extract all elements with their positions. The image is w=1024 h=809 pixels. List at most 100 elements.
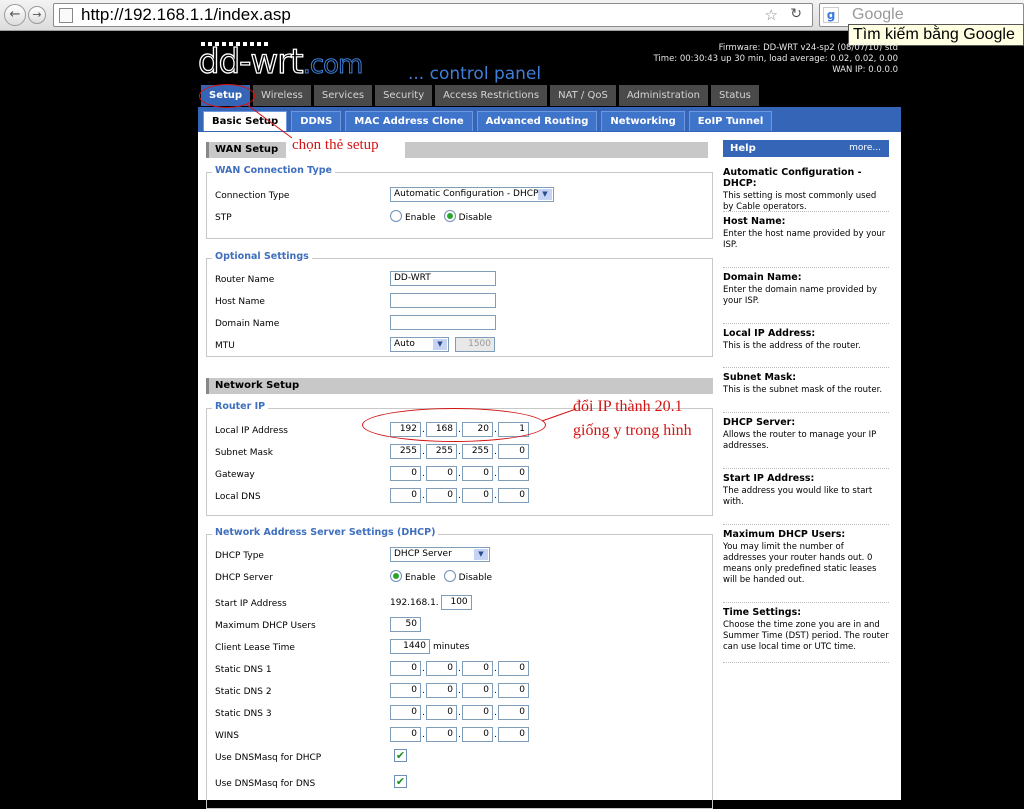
max-users-input[interactable]: 50 [390, 617, 421, 632]
subnet-octet-2[interactable]: 255 [426, 444, 457, 459]
local-dns-octet-1[interactable]: 0 [390, 488, 421, 503]
help-header: Help more... [723, 140, 889, 157]
dhcp-type-label: DHCP Type [215, 551, 264, 561]
gateway-octet-2[interactable]: 0 [426, 466, 457, 481]
address-bar[interactable]: http://192.168.1.1/index.asp ☆ ↻ [53, 3, 813, 27]
dns1-octet-3[interactable]: 0 [462, 661, 493, 676]
static-dns1-label: Static DNS 1 [215, 665, 272, 675]
dns3-octet-2[interactable]: 0 [426, 705, 457, 720]
chevron-down-icon: ▼ [433, 339, 447, 350]
help-item: Domain Name: Enter the domain name provid… [723, 268, 889, 324]
network-setup-title: Network Setup [206, 378, 713, 394]
local-dns-octet-3[interactable]: 0 [462, 488, 493, 503]
dhcp-server-disable-radio[interactable] [443, 570, 456, 582]
ddwrt-logo: dd-wrt.com [197, 42, 364, 82]
dnsmasq-dns-checkbox[interactable]: ✔ [394, 775, 407, 788]
page-icon [59, 8, 73, 23]
dns1-octet-1[interactable]: 0 [390, 661, 421, 676]
dnsmasq-dhcp-label: Use DNSMasq for DHCP [215, 753, 322, 763]
mtu-label: MTU [215, 341, 235, 351]
tab-access-restrictions[interactable]: Access Restrictions [435, 85, 548, 106]
wins-octet-1[interactable]: 0 [390, 727, 421, 742]
chevron-down-icon: ▼ [474, 549, 488, 560]
tab-status[interactable]: Status [711, 85, 759, 106]
connection-type-select[interactable]: Automatic Configuration - DHCP ▼ [390, 187, 554, 202]
help-item: Automatic Configuration - DHCP: This sett… [723, 163, 889, 212]
router-name-input[interactable]: DD-WRT [390, 271, 496, 286]
dns1-octet-4[interactable]: 0 [498, 661, 529, 676]
lease-time-input[interactable]: 1440 [390, 639, 430, 654]
dns3-octet-4[interactable]: 0 [498, 705, 529, 720]
uptime-info: Time: 00:30:43 up 30 min, load average: … [653, 54, 899, 64]
back-arrow-icon[interactable]: ← [4, 4, 26, 26]
dnsmasq-dhcp-checkbox[interactable]: ✔ [394, 749, 407, 762]
local-dns-octet-4[interactable]: 0 [498, 488, 529, 503]
subnet-octet-1[interactable]: 255 [390, 444, 421, 459]
wins-octet-3[interactable]: 0 [462, 727, 493, 742]
chevron-down-icon: ▼ [538, 189, 552, 200]
router-ip-legend: Router IP [212, 401, 269, 412]
domain-name-label: Domain Name [215, 319, 280, 329]
connection-type-label: Connection Type [215, 191, 290, 201]
gateway-octet-3[interactable]: 0 [462, 466, 493, 481]
dhcp-disable-label: Disable [458, 573, 493, 583]
setup-annotation: chọn thẻ setup [292, 137, 379, 153]
optional-settings-legend: Optional Settings [212, 251, 312, 262]
subtab-eoip-tunnel[interactable]: EoIP Tunnel [688, 111, 773, 131]
dhcp-enable-label: Enable [405, 573, 436, 583]
optional-settings-fieldset: Optional Settings Router Name DD-WRT Hos… [206, 251, 713, 357]
dns2-octet-3[interactable]: 0 [462, 683, 493, 698]
host-name-input[interactable] [390, 293, 496, 308]
lease-time-unit: minutes [433, 641, 470, 652]
dns1-octet-2[interactable]: 0 [426, 661, 457, 676]
setup-arrow-line [245, 103, 293, 139]
dns3-octet-3[interactable]: 0 [462, 705, 493, 720]
subtab-mac-address-clone[interactable]: MAC Address Clone [345, 111, 473, 131]
help-item: Subnet Mask: This is the subnet mask of t… [723, 368, 889, 413]
help-item: Time Settings: Choose the time zone you a… [723, 603, 889, 663]
reload-icon[interactable]: ↻ [790, 6, 802, 22]
dns3-octet-1[interactable]: 0 [390, 705, 421, 720]
gateway-octet-4[interactable]: 0 [498, 466, 529, 481]
max-users-label: Maximum DHCP Users [215, 621, 316, 631]
start-ip-input[interactable]: 100 [440, 595, 472, 610]
subnet-octet-3[interactable]: 255 [462, 444, 493, 459]
subtab-networking[interactable]: Networking [601, 111, 685, 131]
bookmark-star-icon[interactable]: ☆ [765, 6, 778, 24]
dhcp-fieldset: Network Address Server Settings (DHCP) D… [206, 527, 713, 809]
tab-security[interactable]: Security [375, 85, 433, 106]
gateway-label: Gateway [215, 470, 255, 480]
help-title: Help [730, 143, 756, 154]
wan-setup-title-bar [405, 142, 708, 158]
wins-octet-4[interactable]: 0 [498, 727, 529, 742]
google-icon[interactable]: g [823, 7, 839, 23]
mtu-mode-select[interactable]: Auto ▼ [390, 337, 449, 352]
help-item: DHCP Server: Allows the router to manage … [723, 413, 889, 469]
subtab-advanced-routing[interactable]: Advanced Routing [476, 111, 598, 131]
local-dns-octet-2[interactable]: 0 [426, 488, 457, 503]
wan-connection-fieldset: WAN Connection Type Connection Type Auto… [206, 165, 713, 239]
forward-arrow-icon[interactable]: → [28, 6, 46, 24]
dns2-octet-2[interactable]: 0 [426, 683, 457, 698]
tab-services[interactable]: Services [313, 85, 373, 106]
tab-nat-qos[interactable]: NAT / QoS [550, 85, 616, 106]
dns2-octet-1[interactable]: 0 [390, 683, 421, 698]
domain-name-input[interactable] [390, 315, 496, 330]
stp-enable-radio[interactable] [390, 210, 402, 222]
dns2-octet-4[interactable]: 0 [498, 683, 529, 698]
static-dns2-label: Static DNS 2 [215, 687, 272, 697]
static-dns3-label: Static DNS 3 [215, 709, 272, 719]
stp-disable-radio[interactable] [443, 210, 456, 222]
stp-disable-label: Disable [458, 213, 493, 223]
gateway-octet-1[interactable]: 0 [390, 466, 421, 481]
dhcp-legend: Network Address Server Settings (DHCP) [212, 527, 439, 538]
subnet-octet-4[interactable]: 0 [498, 444, 529, 459]
dhcp-type-select[interactable]: DHCP Server ▼ [390, 547, 490, 562]
help-item: Maximum DHCP Users: You may limit the num… [723, 525, 889, 603]
wins-octet-2[interactable]: 0 [426, 727, 457, 742]
tab-administration[interactable]: Administration [618, 85, 708, 106]
help-more-link[interactable]: more... [849, 140, 881, 157]
host-name-label: Host Name [215, 297, 265, 307]
dhcp-server-enable-radio[interactable] [390, 570, 402, 582]
url-text: http://192.168.1.1/index.asp [81, 5, 291, 24]
